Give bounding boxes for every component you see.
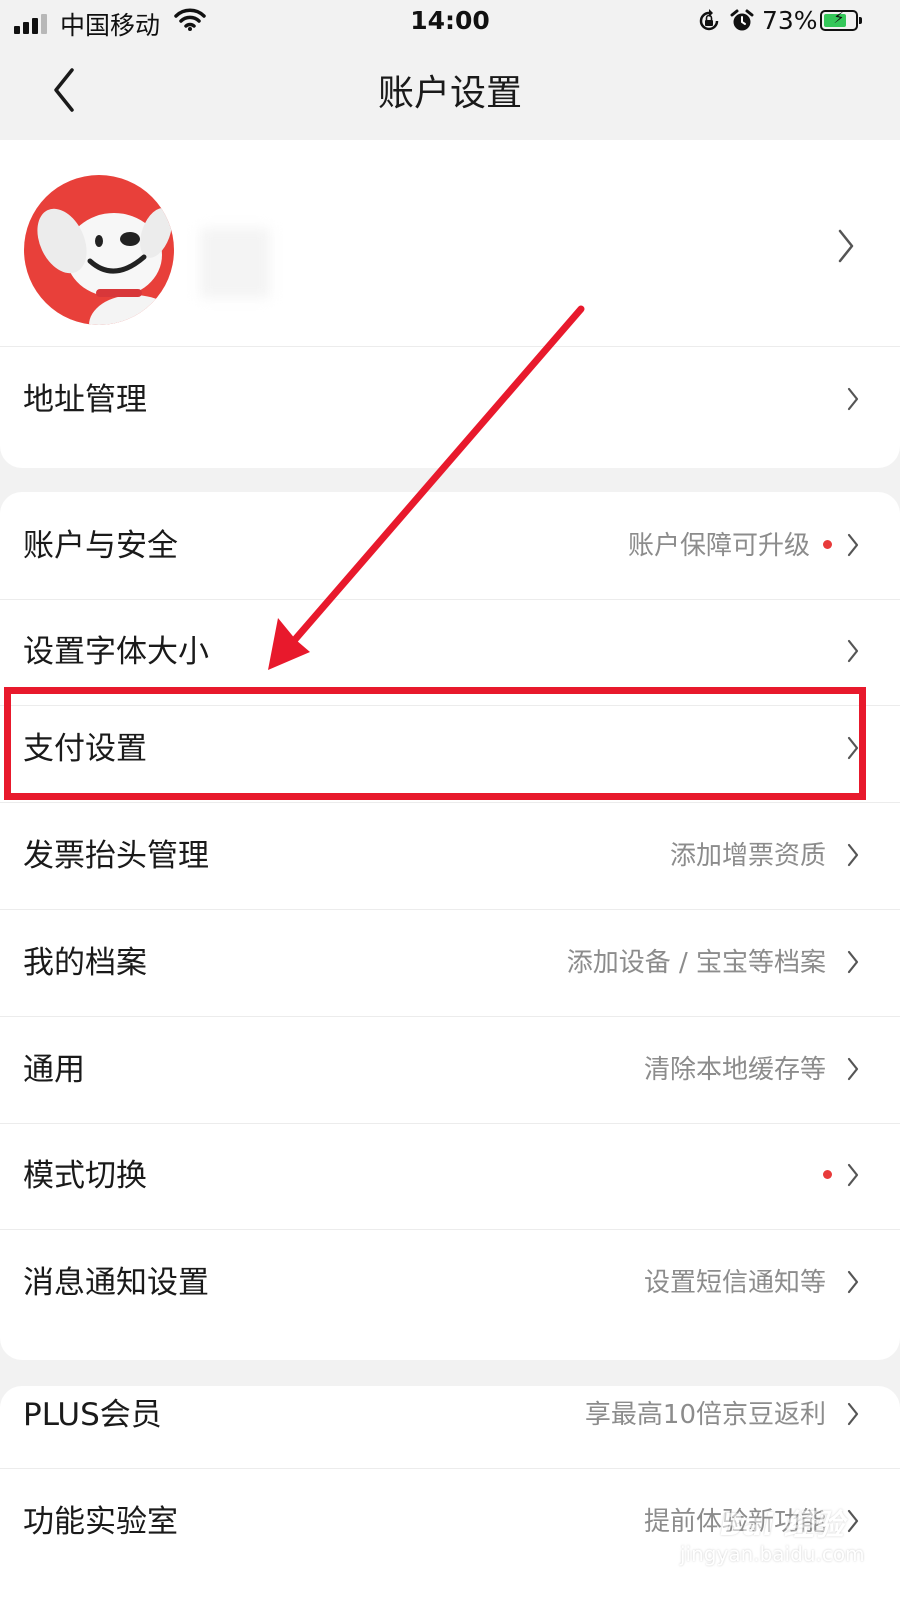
chevron-right-icon bbox=[838, 229, 854, 263]
top-area: 中国移动 14:00 73% ⚡ 账户设置 bbox=[0, 0, 900, 140]
row-subtitle: 清除本地缓存等 bbox=[643, 1055, 826, 1085]
profile-card: 地址管理 bbox=[0, 140, 900, 468]
chevron-right-icon bbox=[847, 950, 859, 974]
row-subtitle: 设置短信通知等 bbox=[643, 1268, 826, 1298]
row-label: PLUS会员 bbox=[23, 1397, 162, 1433]
notification-dot bbox=[823, 540, 832, 549]
row-label: 账户与安全 bbox=[23, 528, 178, 564]
row-subtitle: 添加设备 / 宝宝等档案 bbox=[566, 948, 826, 978]
settings-row-general[interactable]: 通用 清除本地缓存等 bbox=[0, 1016, 900, 1124]
status-bar: 中国移动 14:00 73% ⚡ bbox=[0, 0, 900, 46]
settings-row-plus-member[interactable]: PLUS会员 享最高10倍京豆返利 bbox=[0, 1361, 900, 1469]
battery-icon: ⚡ bbox=[820, 8, 862, 31]
battery-percent: 73% bbox=[762, 6, 818, 35]
row-subtitle: 账户保障可升级 bbox=[627, 531, 810, 561]
alarm-icon bbox=[729, 8, 755, 40]
highlight-box bbox=[4, 687, 866, 800]
settings-row-account-security[interactable]: 账户与安全 账户保障可升级 bbox=[0, 492, 900, 600]
chevron-right-icon bbox=[847, 1057, 859, 1081]
profile-row[interactable] bbox=[0, 140, 900, 354]
row-label: 通用 bbox=[23, 1052, 85, 1088]
watermark: Bai 经验 jingyan.baidu.com bbox=[674, 1498, 865, 1578]
row-label: 我的档案 bbox=[23, 945, 147, 981]
settings-row-mode-switch[interactable]: 模式切换 bbox=[0, 1122, 900, 1230]
chevron-right-icon bbox=[847, 387, 859, 411]
settings-row-my-profile[interactable]: 我的档案 添加设备 / 宝宝等档案 bbox=[0, 909, 900, 1017]
settings-row-address[interactable]: 地址管理 bbox=[0, 346, 900, 454]
row-label: 发票抬头管理 bbox=[23, 838, 209, 874]
row-label: 功能实验室 bbox=[23, 1504, 178, 1540]
watermark-brand: Bai 经验 bbox=[720, 1508, 844, 1543]
row-label: 地址管理 bbox=[23, 382, 147, 418]
chevron-right-icon bbox=[847, 1163, 859, 1187]
settings-row-invoice[interactable]: 发票抬头管理 添加增票资质 bbox=[0, 802, 900, 910]
avatar bbox=[24, 175, 174, 325]
chevron-right-icon bbox=[847, 1402, 859, 1426]
settings-row-notifications[interactable]: 消息通知设置 设置短信通知等 bbox=[0, 1229, 900, 1337]
row-subtitle: 享最高10倍京豆返利 bbox=[584, 1400, 826, 1430]
row-label: 消息通知设置 bbox=[23, 1265, 209, 1301]
notification-dot bbox=[823, 1170, 832, 1179]
page-title: 账户设置 bbox=[377, 73, 522, 114]
row-subtitle: 添加增票资质 bbox=[669, 841, 826, 871]
chevron-right-icon bbox=[847, 533, 859, 557]
username-redacted bbox=[200, 228, 270, 298]
chevron-right-icon bbox=[847, 1270, 859, 1294]
rotation-lock-icon bbox=[696, 8, 722, 40]
chevron-right-icon bbox=[847, 639, 859, 663]
watermark-domain: jingyan.baidu.com bbox=[680, 1542, 865, 1566]
dog-mascot-icon bbox=[24, 175, 174, 325]
chevron-right-icon bbox=[847, 843, 859, 867]
row-label: 模式切换 bbox=[23, 1158, 147, 1194]
settings-card: 账户与安全 账户保障可升级 设置字体大小 支付设置 发票抬头管理 添加增票资质 … bbox=[0, 492, 900, 1360]
